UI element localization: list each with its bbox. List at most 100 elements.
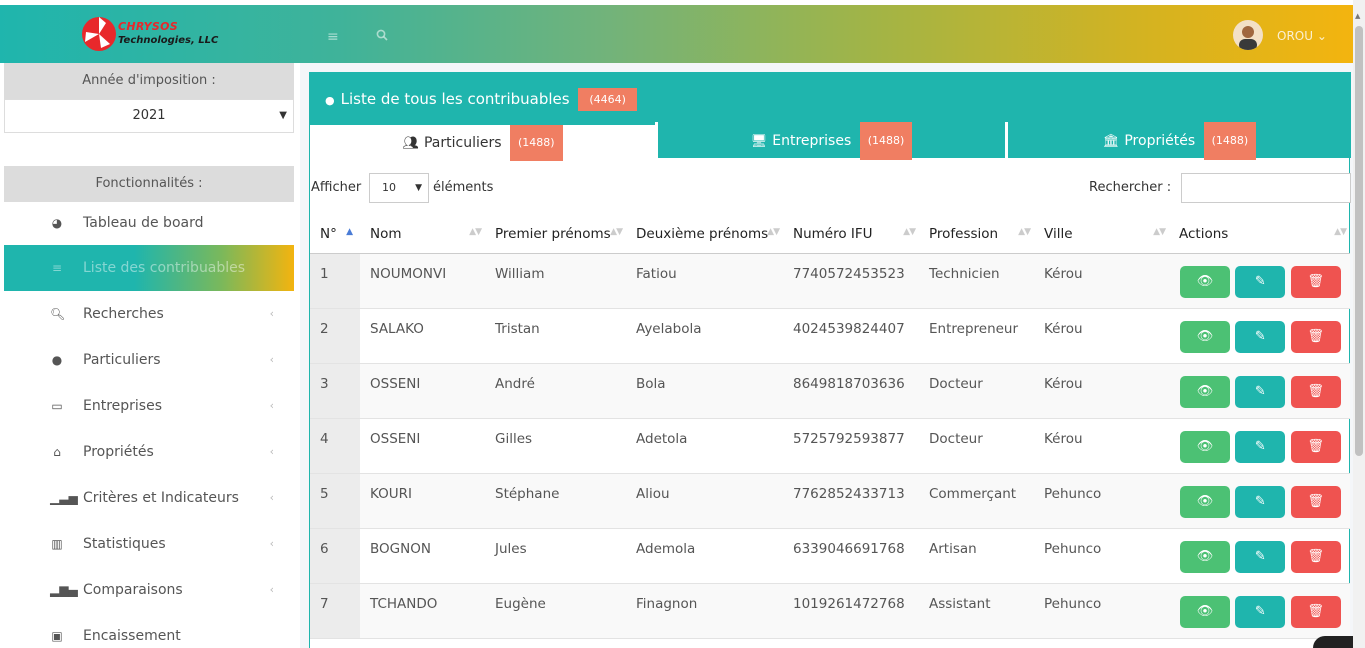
eye-icon: 👁︎	[1196, 548, 1214, 564]
corner-widget[interactable]	[1313, 636, 1353, 648]
table-cell: KOURI	[360, 473, 485, 529]
edit-button[interactable]: ✎	[1235, 265, 1286, 298]
sidebar-item-liste-des-contribuables[interactable]: ≡ Liste des contribuables	[4, 245, 294, 291]
page-scrollbar[interactable]: ▲	[1353, 0, 1365, 648]
edit-button[interactable]: ✎	[1235, 320, 1286, 353]
table-row[interactable]: 3 OSSENI André Bola 8649818703636 Docteur Kéro…	[310, 363, 1350, 419]
user-menu[interactable]: OROU ⌄	[1277, 29, 1327, 43]
delete-button[interactable]: 🗑︎	[1290, 595, 1341, 628]
table-cell: 3	[310, 363, 360, 419]
dashboard-icon: ◕	[51, 216, 63, 230]
table-cell: Kérou	[1034, 253, 1169, 309]
table-cell: Docteur	[919, 418, 1034, 474]
search-input[interactable]	[1181, 173, 1351, 203]
chart-icon: ▂▆▄	[50, 583, 78, 597]
column-header-label: Ville	[1044, 225, 1073, 242]
year-select[interactable]: 2021 ▼	[4, 99, 294, 133]
edit-button[interactable]: ✎	[1235, 540, 1286, 573]
edit-button[interactable]: ✎	[1235, 430, 1286, 463]
column-header[interactable]: Actions ▲▼	[1169, 215, 1350, 254]
edit-button[interactable]: ✎	[1235, 595, 1286, 628]
view-button[interactable]: 👁︎	[1180, 595, 1230, 628]
search-icon[interactable]	[376, 29, 388, 45]
sidebar-item-label: Liste des contribuables	[83, 260, 246, 276]
table-cell: Kérou	[1034, 363, 1169, 419]
table-row[interactable]: 2 SALAKO Tristan Ayelabola 4024539824407 Entr…	[310, 308, 1350, 364]
table-cell: 5725792593877	[783, 418, 919, 474]
table-cell: SALAKO	[360, 308, 485, 364]
avatar[interactable]	[1233, 20, 1263, 50]
page-length-value: 10	[382, 181, 396, 194]
year-label: Année d'imposition :	[4, 63, 294, 99]
user-icon: ●	[51, 353, 63, 367]
column-header[interactable]: N° ▲	[310, 215, 360, 254]
scroll-thumb[interactable]	[1355, 26, 1363, 456]
table-row[interactable]: 5 KOURI Stéphane Aliou 7762852433713 Commerça…	[310, 473, 1350, 529]
view-button[interactable]: 👁︎	[1180, 375, 1230, 408]
sidebar-item-crit-res-et-indicateurs[interactable]: ▁▃▅ Critères et Indicateurs ‹	[4, 475, 294, 521]
table-cell: 1	[310, 253, 360, 309]
delete-button[interactable]: 🗑︎	[1290, 265, 1341, 298]
column-header[interactable]: Ville ▲▼	[1034, 215, 1169, 254]
sidebar-item-label: Critères et Indicateurs	[83, 490, 239, 506]
chevron-down-icon: ▼	[279, 110, 287, 121]
column-header[interactable]: Nom ▲▼	[360, 215, 485, 254]
column-header-label: Premier prénoms	[495, 225, 611, 242]
view-button[interactable]: 👁︎	[1180, 540, 1230, 573]
tab-proprietes[interactable]: 🏛︎ Propriétés (1488)	[1008, 122, 1351, 160]
trash-icon: 🗑︎	[1307, 328, 1324, 344]
view-button[interactable]: 👁︎	[1180, 430, 1230, 463]
column-header[interactable]: Deuxième prénoms ▲▼	[626, 215, 783, 254]
sidebar-item-label: Particuliers	[83, 352, 161, 368]
brand-subtitle: Technologies, LLC	[118, 35, 219, 46]
sidebar-item-encaissement[interactable]: ▣ Encaissement	[4, 613, 294, 648]
table-row[interactable]: 4 OSSENI Gilles Adetola 5725792593877 Docteur…	[310, 418, 1350, 474]
table-cell: 7740572453523	[783, 253, 919, 309]
hamburger-icon[interactable]: ≡	[327, 29, 339, 45]
sort-icon: ▲▼	[469, 227, 482, 237]
chevron-left-icon: ‹	[269, 537, 274, 550]
brand-logo[interactable]: CHRYSOS Technologies, LLC	[80, 11, 240, 55]
actions-cell: 👁︎ ✎ 🗑︎	[1169, 583, 1350, 639]
sidebar-item-comparaisons[interactable]: ▂▆▄ Comparaisons ‹	[4, 567, 294, 613]
table-cell: 7762852433713	[783, 473, 919, 529]
column-header[interactable]: Numéro IFU ▲▼	[783, 215, 919, 254]
sidebar-item-recherches[interactable]: 🔍︎ Recherches ‹	[4, 291, 294, 337]
delete-button[interactable]: 🗑︎	[1290, 540, 1341, 573]
view-button[interactable]: 👁︎	[1180, 265, 1230, 298]
sort-icon: ▲▼	[767, 227, 780, 237]
eye-icon: 👁︎	[1196, 273, 1214, 289]
delete-button[interactable]: 🗑︎	[1290, 485, 1341, 518]
delete-button[interactable]: 🗑︎	[1290, 430, 1341, 463]
edit-button[interactable]: ✎	[1235, 375, 1286, 408]
sidebar-item-tableau-de-board[interactable]: ◕ Tableau de board	[4, 200, 294, 246]
sidebar-item-statistiques[interactable]: ▥ Statistiques ‹	[4, 521, 294, 567]
table-row[interactable]: 7 TCHANDO Eugène Finagnon 1019261472768 Assis…	[310, 583, 1350, 639]
edit-icon: ✎	[1254, 438, 1266, 454]
tab-label: Entreprises	[772, 133, 852, 149]
delete-button[interactable]: 🗑︎	[1290, 320, 1341, 353]
scroll-up-icon[interactable]: ▲	[1355, 12, 1360, 20]
chevron-left-icon: ‹	[269, 399, 274, 412]
chevron-left-icon: ‹	[269, 491, 274, 504]
sidebar: Année d'imposition : 2021 ▼ Fonctionnali…	[0, 63, 300, 648]
sidebar-item-entreprises[interactable]: ▭ Entreprises ‹	[4, 383, 294, 429]
tab-particuliers[interactable]: 👥︎ Particuliers (1488)	[310, 122, 655, 161]
sidebar-item-label: Tableau de board	[83, 215, 204, 231]
sidebar-item-propri-t-s[interactable]: ⌂ Propriétés ‹	[4, 429, 294, 475]
delete-button[interactable]: 🗑︎	[1290, 375, 1341, 408]
table-cell: Stéphane	[485, 473, 626, 529]
tab-entreprises[interactable]: 🖥︎ Entreprises (1488)	[658, 122, 1005, 160]
column-header[interactable]: Profession ▲▼	[919, 215, 1034, 254]
sidebar-item-particuliers[interactable]: ● Particuliers ‹	[4, 337, 294, 383]
column-header[interactable]: Premier prénoms ▲▼	[485, 215, 626, 254]
contribuables-table: N° ▲ Nom ▲▼ Premier prénoms ▲▼ Deuxième prénom…	[310, 215, 1350, 639]
view-button[interactable]: 👁︎	[1180, 320, 1230, 353]
table-cell: 2	[310, 308, 360, 364]
panel-header: ● Liste de tous les contribuables (4464) …	[310, 72, 1351, 161]
table-row[interactable]: 6 BOGNON Jules Ademola 6339046691768 Artisan P…	[310, 528, 1350, 584]
table-row[interactable]: 1 NOUMONVI William Fatiou 7740572453523 Techn…	[310, 253, 1350, 309]
edit-button[interactable]: ✎	[1235, 485, 1286, 518]
page-length-select[interactable]: 10 ▼	[369, 173, 429, 203]
view-button[interactable]: 👁︎	[1180, 485, 1230, 518]
